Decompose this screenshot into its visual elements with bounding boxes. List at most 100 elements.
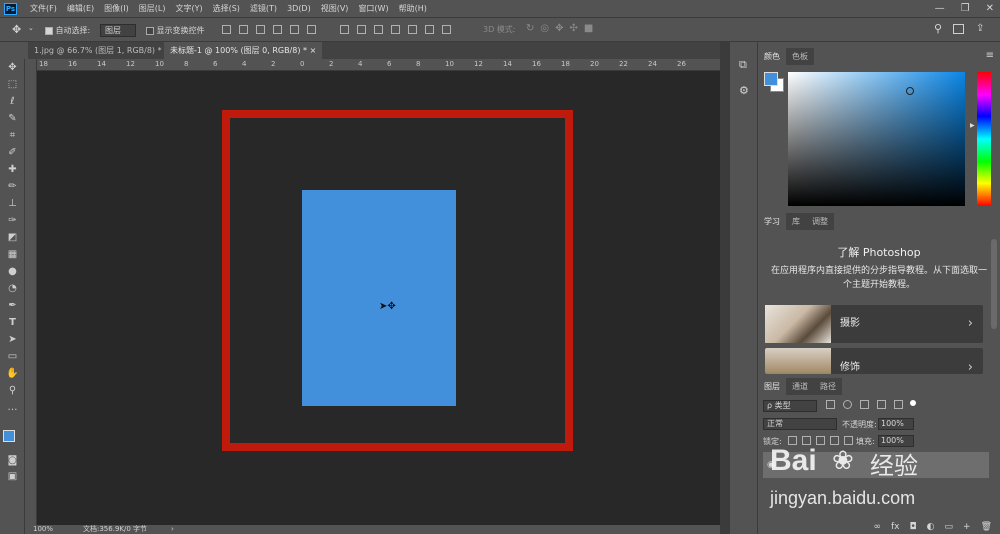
eraser-tool-icon[interactable]: ◩ (6, 232, 19, 244)
zoom-tool-icon[interactable]: ⚲ (6, 385, 19, 397)
blue-rectangle-layer[interactable] (302, 190, 456, 406)
menu-layer[interactable]: 图层(L) (139, 0, 166, 18)
more-tools-icon[interactable]: … (6, 402, 19, 414)
type-tool-icon[interactable]: T (6, 317, 19, 329)
workspace-icon[interactable] (953, 24, 964, 34)
move-tool-icon[interactable]: ✥ (6, 62, 19, 74)
hue-slider[interactable] (977, 72, 991, 206)
eyedropper-tool-icon[interactable]: ✐ (6, 147, 19, 159)
smart-object-filter-icon[interactable] (894, 400, 903, 409)
align-bottom-icon[interactable] (256, 25, 265, 34)
healing-brush-tool-icon[interactable]: ✚ (6, 164, 19, 176)
panel-menu-icon[interactable]: ≡ (986, 50, 994, 61)
auto-select-checkbox[interactable] (45, 26, 53, 35)
tab-1jpg[interactable]: 1.jpg @ 66.7% (图层 1, RGB/8) * × (28, 42, 177, 59)
orbit-3d-icon[interactable]: ↻ (526, 23, 534, 34)
blend-mode-dropdown[interactable]: 正常 (763, 418, 837, 430)
restore-button[interactable]: ❐ (961, 0, 970, 18)
drag-3d-icon[interactable]: ✥ (555, 23, 563, 34)
menu-select[interactable]: 选择(S) (213, 0, 240, 18)
foreground-color-chip[interactable] (764, 72, 778, 86)
stamp-tool-icon[interactable]: ⊥ (6, 198, 19, 210)
tab-library[interactable]: 库 (786, 213, 806, 230)
menu-image[interactable]: 图像(I) (104, 0, 129, 18)
tab-learn[interactable]: 学习 (758, 213, 786, 230)
lasso-tool-icon[interactable]: ℓ (6, 96, 19, 108)
menu-filter[interactable]: 滤镜(T) (250, 0, 277, 18)
zoom-level[interactable]: 100% (33, 525, 53, 534)
distribute-right-icon[interactable] (425, 25, 434, 34)
tab-paths[interactable]: 路径 (814, 378, 842, 395)
tab-layers[interactable]: 图层 (758, 378, 786, 395)
distribute-left-icon[interactable] (391, 25, 400, 34)
history-brush-tool-icon[interactable]: ✑ (6, 215, 19, 227)
adjustment-layer-icon[interactable]: ◐ (927, 520, 935, 534)
auto-align-icon[interactable] (442, 25, 451, 34)
tab-adjustments[interactable]: 调整 (806, 213, 834, 230)
filter-toggle[interactable] (910, 400, 916, 406)
tab-untitled[interactable]: 未标题-1 @ 100% (图层 0, RGB/8) * × (164, 42, 323, 59)
opacity-field[interactable]: 100% (878, 418, 914, 430)
layer-filter-dropdown[interactable]: ρ 类型 (763, 400, 817, 412)
menu-file[interactable]: 文件(F) (30, 0, 57, 18)
trash-icon[interactable]: 🗑 (981, 520, 992, 534)
align-left-icon[interactable] (273, 25, 282, 34)
show-transform-checkbox[interactable] (146, 26, 154, 35)
rectangle-tool-icon[interactable]: ▭ (6, 351, 19, 363)
menu-type[interactable]: 文字(Y) (175, 0, 202, 18)
chevron-down-icon[interactable]: ⌄ (28, 24, 34, 32)
tab-color[interactable]: 颜色 (758, 48, 786, 65)
foreground-color-swatch[interactable] (3, 430, 15, 442)
roll-3d-icon[interactable]: ◎ (540, 23, 549, 34)
tab-close-icon[interactable]: × (310, 46, 317, 55)
move-tool-preset-icon[interactable]: ✥ (12, 23, 21, 36)
crop-tool-icon[interactable]: ⌗ (6, 130, 19, 142)
distribute-vcenter-icon[interactable] (357, 25, 366, 34)
shape-filter-icon[interactable] (877, 400, 886, 409)
quick-select-tool-icon[interactable]: ✎ (6, 113, 19, 125)
adjustment-filter-icon[interactable] (843, 400, 852, 409)
pen-tool-icon[interactable]: ✒ (6, 300, 19, 312)
tutorial-card-retouch[interactable]: 修饰 › (765, 348, 983, 374)
auto-select-dropdown[interactable]: 图层 (100, 24, 136, 37)
slide-3d-icon[interactable]: ✣ (570, 23, 578, 34)
blur-tool-icon[interactable]: ● (6, 266, 19, 278)
quick-mask-icon[interactable]: ◙ (6, 455, 19, 467)
minimize-button[interactable]: — (935, 0, 945, 18)
distribute-top-icon[interactable] (340, 25, 349, 34)
path-select-tool-icon[interactable]: ➤ (6, 334, 19, 346)
dodge-tool-icon[interactable]: ◔ (6, 283, 19, 295)
hue-slider-handle[interactable]: ▶ (970, 122, 975, 129)
hand-tool-icon[interactable]: ✋ (6, 368, 19, 380)
distribute-bottom-icon[interactable] (374, 25, 383, 34)
menu-help[interactable]: 帮助(H) (399, 0, 427, 18)
marquee-tool-icon[interactable]: ⬚ (6, 79, 19, 91)
properties-panel-icon[interactable]: ⚙ (739, 84, 749, 97)
menu-edit[interactable]: 编辑(E) (67, 0, 94, 18)
tab-channels[interactable]: 通道 (786, 378, 814, 395)
brush-tool-icon[interactable]: ✏ (6, 181, 19, 193)
align-top-icon[interactable] (222, 25, 231, 34)
add-mask-icon[interactable]: ◘ (910, 520, 917, 534)
share-icon[interactable]: ⇪ (976, 23, 984, 34)
pixel-filter-icon[interactable] (826, 400, 835, 409)
saturation-picker[interactable] (788, 72, 965, 206)
status-menu-arrow[interactable]: › (171, 525, 174, 534)
screen-mode-icon[interactable]: ▣ (6, 471, 19, 483)
history-panel-icon[interactable]: ⧉ (739, 58, 747, 72)
search-icon[interactable]: ⚲ (934, 22, 942, 35)
learn-scrollbar[interactable] (991, 239, 997, 329)
align-right-icon[interactable] (307, 25, 316, 34)
close-window-button[interactable]: ✕ (986, 0, 994, 18)
distribute-hcenter-icon[interactable] (408, 25, 417, 34)
menu-window[interactable]: 窗口(W) (358, 0, 388, 18)
color-picker-handle[interactable] (906, 87, 914, 95)
tutorial-card-photography[interactable]: 摄影 › (765, 305, 983, 343)
type-filter-icon[interactable] (860, 400, 869, 409)
layer-style-icon[interactable]: fx (891, 520, 900, 534)
menu-3d[interactable]: 3D(D) (287, 0, 311, 18)
gradient-tool-icon[interactable]: ▦ (6, 249, 19, 261)
align-hcenter-icon[interactable] (290, 25, 299, 34)
align-vcenter-icon[interactable] (239, 25, 248, 34)
new-group-icon[interactable]: ▭ (945, 520, 954, 534)
